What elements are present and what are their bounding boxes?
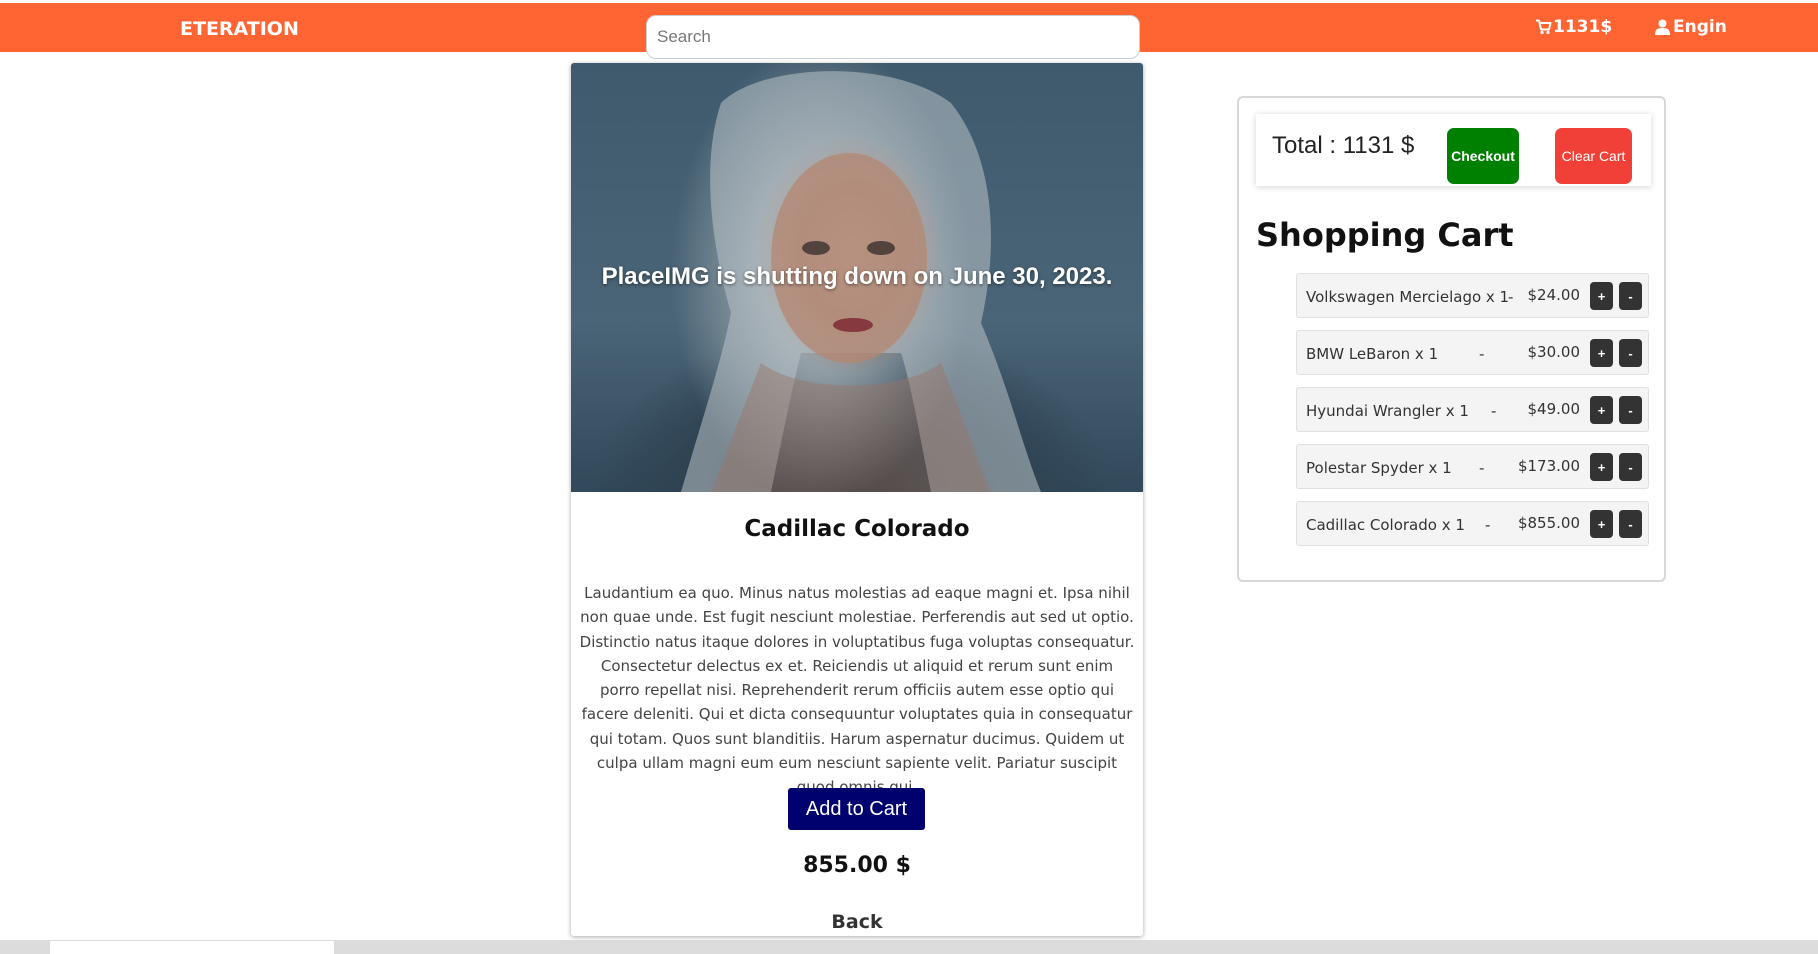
nav-user-name: Engin <box>1673 17 1727 37</box>
top-navbar: ETERATION 1131$ Engin <box>0 3 1818 59</box>
decrease-quantity-button[interactable]: - <box>1619 339 1642 367</box>
cart-item-price: $855.00 <box>1517 514 1580 532</box>
nav-cart-button[interactable]: 1131$ <box>1535 17 1612 37</box>
decrease-quantity-button[interactable]: - <box>1619 282 1642 310</box>
user-icon <box>1655 19 1670 35</box>
cart-item-name: Volkswagen Mercielago x 1 <box>1306 288 1510 306</box>
product-price: 855.00 $ <box>803 853 911 878</box>
cart-item-price: $49.00 <box>1527 400 1581 418</box>
clear-cart-button[interactable]: Clear Cart <box>1555 128 1632 184</box>
cart-item: Hyundai Wrangler x 1 - $49.00 + - <box>1296 387 1649 432</box>
image-overlay-text: PlaceIMG is shutting down on June 30, 20… <box>601 263 1113 290</box>
nav-cart-total: 1131$ <box>1553 17 1613 37</box>
cart-item-separator: - <box>1479 459 1485 477</box>
cart-item-separator: - <box>1491 402 1497 420</box>
product-description: Laudantium ea quo. Minus natus molestias… <box>579 584 1135 796</box>
increase-quantity-button[interactable]: + <box>1590 453 1613 481</box>
cart-item-name: Polestar Spyder x 1 <box>1306 459 1452 477</box>
cart-item-name: Cadillac Colorado x 1 <box>1306 516 1465 534</box>
decrease-quantity-button[interactable]: - <box>1619 453 1642 481</box>
cart-item-name: BMW LeBaron x 1 <box>1306 345 1439 363</box>
cart-icon <box>1536 19 1552 35</box>
cart-item: BMW LeBaron x 1 - $30.00 + - <box>1296 330 1649 375</box>
cart-total-text: Total : 1131 $ <box>1272 132 1415 159</box>
back-button[interactable]: Back <box>571 911 1143 933</box>
checkout-button[interactable]: Checkout <box>1447 128 1519 184</box>
decrease-quantity-button[interactable]: - <box>1619 510 1642 538</box>
cart-item-price: $30.00 <box>1527 343 1581 361</box>
cart-total-box: Total : 1131 $ Checkout Clear Cart <box>1256 114 1651 186</box>
cart-item-separator: - <box>1479 345 1485 363</box>
cart-item-price: $173.00 <box>1517 457 1580 475</box>
brand-logo[interactable]: ETERATION <box>180 18 299 40</box>
cart-item-separator: - <box>1485 516 1491 534</box>
cart-item-list: Volkswagen Mercielago x 1 - $24.00 + - B… <box>1296 273 1649 558</box>
increase-quantity-button[interactable]: + <box>1590 339 1613 367</box>
add-to-cart-button[interactable]: Add to Cart <box>788 788 925 830</box>
nav-user-button[interactable]: Engin <box>1655 17 1727 37</box>
decrease-quantity-button[interactable]: - <box>1619 396 1642 424</box>
product-title: Cadillac Colorado <box>744 516 970 542</box>
cart-heading: Shopping Cart <box>1256 216 1514 254</box>
cart-item-name: Hyundai Wrangler x 1 <box>1306 402 1469 420</box>
cart-item: Polestar Spyder x 1 - $173.00 + - <box>1296 444 1649 489</box>
increase-quantity-button[interactable]: + <box>1590 510 1613 538</box>
scrollbar-thumb[interactable] <box>50 941 334 954</box>
cart-item-price: $24.00 <box>1527 286 1581 304</box>
product-image: PlaceIMG is shutting down on June 30, 20… <box>571 63 1143 492</box>
cart-item: Volkswagen Mercielago x 1 - $24.00 + - <box>1296 273 1649 318</box>
product-card: PlaceIMG is shutting down on June 30, 20… <box>571 63 1143 936</box>
cart-item-separator: - <box>1508 288 1514 306</box>
increase-quantity-button[interactable]: + <box>1590 282 1613 310</box>
search-input[interactable] <box>646 15 1140 59</box>
cart-item: Cadillac Colorado x 1 - $855.00 + - <box>1296 501 1649 546</box>
increase-quantity-button[interactable]: + <box>1590 396 1613 424</box>
cart-panel: Total : 1131 $ Checkout Clear Cart Shopp… <box>1237 96 1666 582</box>
